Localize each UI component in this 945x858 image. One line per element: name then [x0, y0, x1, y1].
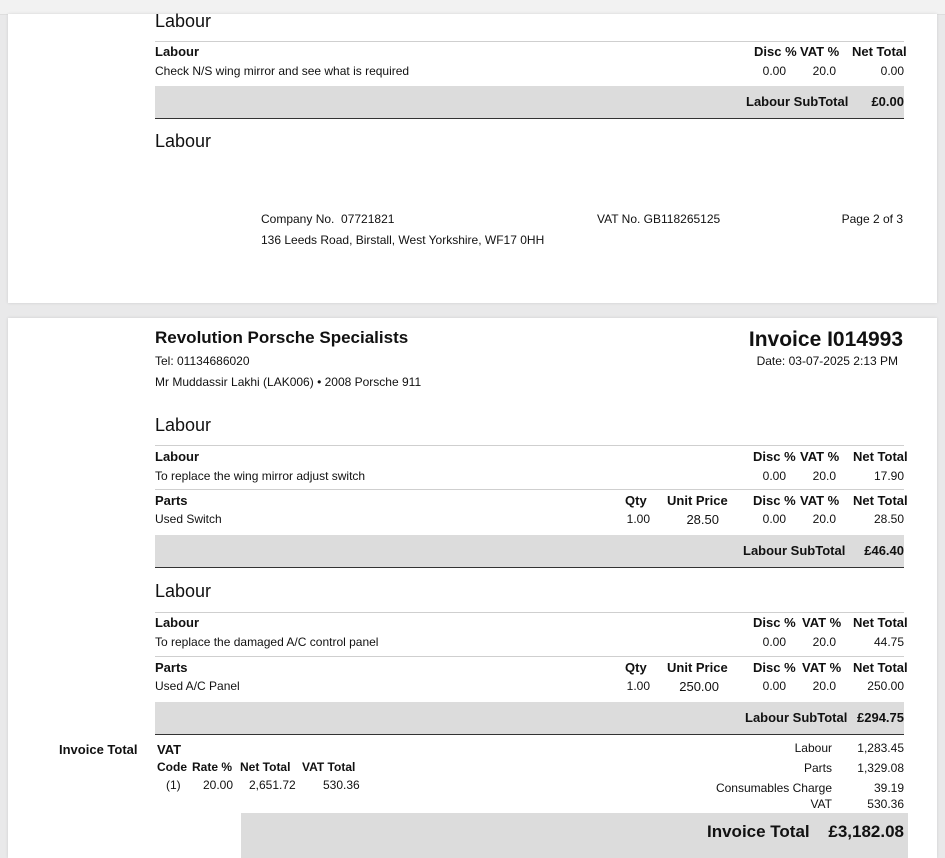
part-net: 28.50	[873, 512, 904, 526]
col-vat: VAT %	[802, 660, 842, 675]
summary-parts-value: 1,329.08	[857, 761, 904, 775]
vat-code: (1)	[166, 778, 181, 792]
col-disc: Disc %	[753, 493, 796, 508]
col-qty: Qty	[625, 493, 647, 508]
grand-total-label: Invoice Total	[707, 822, 810, 841]
page-number: Page 2 of 3	[841, 212, 903, 226]
summary-vat-value: 530.36	[867, 797, 904, 811]
labour-desc: To replace the wing mirror adjust switch	[155, 469, 366, 483]
part-disc: 0.00	[762, 512, 786, 526]
invoice-number: Invoice I014993	[748, 328, 903, 351]
labour-disc: 0.00	[762, 635, 786, 649]
subtotal-label: Labour SubTotal	[746, 94, 849, 109]
col-disc: Disc %	[753, 449, 796, 464]
company-address: 136 Leeds Road, Birstall, West Yorkshire…	[261, 233, 545, 247]
company-name: Revolution Porsche Specialists	[155, 328, 409, 347]
subtotal-value: £46.40	[864, 543, 904, 558]
vat-rate: 20.00	[203, 778, 234, 792]
col-vat: VAT %	[800, 493, 840, 508]
labour-net: 44.75	[873, 635, 904, 649]
col-net: Net Total	[853, 615, 908, 630]
vat-net-total: 2,651.72	[249, 778, 296, 792]
col-net: Net Total	[852, 44, 907, 59]
vat-number: VAT No. GB118265125	[597, 212, 721, 226]
col-net: Net Total	[853, 493, 908, 508]
grand-total-value: £3,182.08	[828, 822, 904, 841]
subtotal-label: Labour SubTotal	[745, 710, 848, 725]
vat-col-net: Net Total	[240, 760, 291, 774]
part-qty: 1.00	[626, 679, 650, 693]
section-title: Labour	[155, 415, 212, 435]
col-net: Net Total	[853, 449, 908, 464]
col-qty: Qty	[625, 660, 647, 675]
subtotal-label: Labour SubTotal	[743, 543, 846, 558]
vat-col-rate: Rate %	[192, 760, 233, 774]
labour-vat: 20.0	[812, 469, 836, 483]
vat-title: VAT	[157, 742, 182, 757]
col-vat: VAT %	[800, 449, 840, 464]
customer-vehicle: Mr Muddassir Lakhi (LAK006) • 2008 Porsc…	[155, 375, 422, 389]
vat-vat-total: 530.36	[323, 778, 360, 792]
company-phone: Tel: 01134686020	[155, 354, 250, 368]
parts-header: Parts	[155, 660, 188, 675]
labour-disc: 0.00	[762, 64, 786, 78]
divider	[155, 612, 904, 613]
labour-desc: Check N/S wing mirror and see what is re…	[155, 64, 410, 78]
summary-labour-label: Labour	[794, 741, 832, 755]
invoice-total-side-label: Invoice Total	[59, 742, 138, 757]
vat-col-code: Code	[157, 760, 187, 774]
part-desc: Used A/C Panel	[155, 679, 240, 693]
summary-vat-label: VAT	[810, 797, 832, 811]
col-unit-price: Unit Price	[667, 493, 728, 508]
section-title: Labour	[155, 131, 212, 151]
subtotal-value: £294.75	[857, 710, 904, 725]
labour-disc: 0.00	[762, 469, 786, 483]
part-disc: 0.00	[762, 679, 786, 693]
part-vat: 20.0	[812, 679, 836, 693]
summary-parts-label: Parts	[803, 761, 832, 775]
labour-vat: 20.0	[812, 64, 836, 78]
part-desc: Used Switch	[155, 512, 222, 526]
divider	[155, 41, 904, 42]
col-disc: Disc %	[754, 44, 797, 59]
summary-consumables-value: 39.19	[873, 781, 904, 795]
viewer-top-strip	[0, 0, 945, 15]
divider	[155, 656, 904, 657]
labour-header: Labour	[155, 44, 200, 59]
company-number: Company No. 07721821	[261, 212, 395, 226]
divider	[155, 445, 904, 446]
part-vat: 20.0	[812, 512, 836, 526]
part-unit-price: 250.00	[679, 679, 719, 694]
subtotal-value: £0.00	[871, 94, 904, 109]
summary-consumables-label: Consumables Charge	[715, 781, 832, 795]
labour-desc: To replace the damaged A/C control panel	[155, 635, 379, 649]
labour-header: Labour	[155, 615, 200, 630]
part-net: 250.00	[867, 679, 904, 693]
col-vat: VAT %	[802, 615, 842, 630]
col-vat: VAT %	[800, 44, 840, 59]
invoice-date: Date: 03-07-2025 2:13 PM	[756, 354, 898, 368]
summary-labour-value: 1,283.45	[857, 741, 904, 755]
col-unit-price: Unit Price	[667, 660, 728, 675]
labour-header: Labour	[155, 449, 200, 464]
divider	[155, 489, 904, 490]
invoice-page-2: Labour Labour Disc % VAT % Net Total Che…	[8, 11, 937, 303]
col-disc: Disc %	[753, 615, 796, 630]
invoice-page-3: Revolution Porsche Specialists Tel: 0113…	[8, 318, 937, 858]
col-net: Net Total	[853, 660, 908, 675]
labour-vat: 20.0	[812, 635, 836, 649]
part-qty: 1.00	[626, 512, 650, 526]
part-unit-price: 28.50	[686, 512, 719, 527]
labour-net: 17.90	[873, 469, 904, 483]
vat-col-vat-total: VAT Total	[302, 760, 356, 774]
col-disc: Disc %	[753, 660, 796, 675]
section-title: Labour	[155, 11, 212, 31]
section-title: Labour	[155, 581, 212, 601]
labour-net: 0.00	[880, 64, 904, 78]
parts-header: Parts	[155, 493, 188, 508]
